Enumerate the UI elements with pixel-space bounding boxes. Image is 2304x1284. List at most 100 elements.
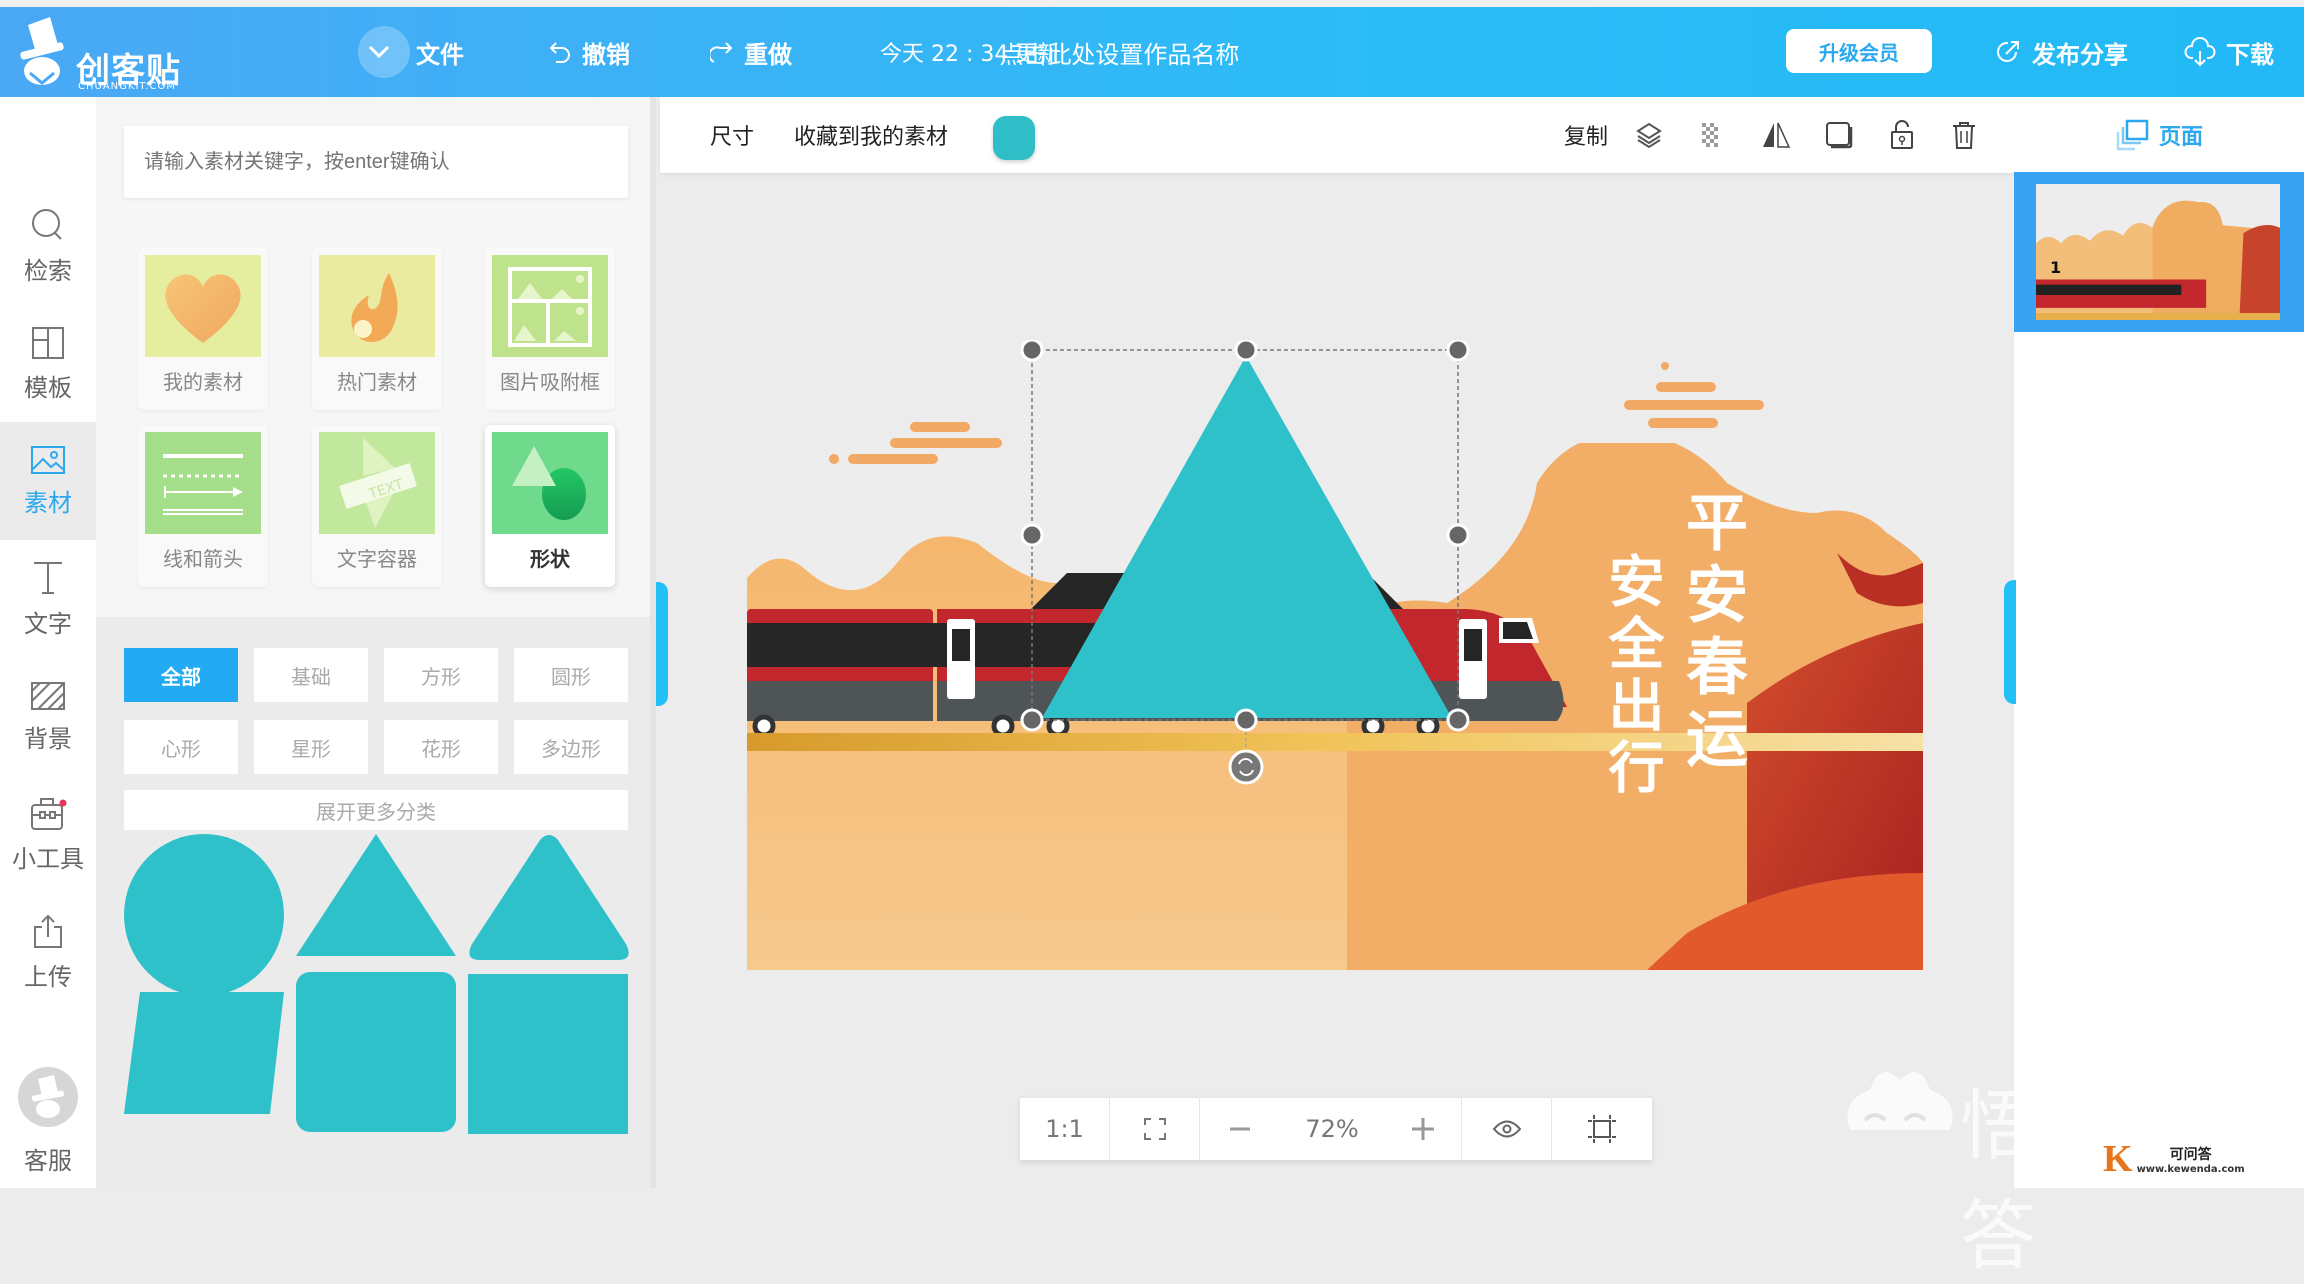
kewenda-badge: K 可问答 www.kewenda.com xyxy=(2095,1138,2295,1180)
resize-handle-bottom[interactable] xyxy=(1234,708,1258,732)
transparency-icon[interactable] xyxy=(1694,119,1726,151)
nav-item-tools[interactable]: 小工具 xyxy=(0,775,96,893)
share-icon xyxy=(1997,41,2019,62)
left-nav: 检索 模板 素材 文字 背景 小工具 上传 客服 xyxy=(0,97,96,1188)
category-image-frames[interactable]: 图片吸附框 xyxy=(485,248,615,410)
document-name[interactable]: 点击此处设置作品名称 xyxy=(999,35,1239,70)
resize-handle-top-right[interactable] xyxy=(1446,340,1470,362)
category-hot-materials[interactable]: 热门素材 xyxy=(312,248,442,410)
unlock-icon[interactable] xyxy=(1886,119,1918,151)
zoom-bar: 1:1 72% xyxy=(1020,1098,1652,1160)
filter-circle[interactable]: 圆形 xyxy=(514,648,628,702)
filter-heart[interactable]: 心形 xyxy=(124,720,238,774)
category-lines-arrows[interactable]: 线和箭头 xyxy=(138,425,268,587)
redo-button[interactable]: 重做 xyxy=(710,7,792,97)
filter-all[interactable]: 全部 xyxy=(124,648,238,702)
shapes-icon xyxy=(492,432,608,534)
selected-triangle-shape[interactable] xyxy=(1042,356,1452,718)
kewenda-k-logo: K xyxy=(2103,1138,2133,1180)
nav-item-background[interactable]: 背景 xyxy=(0,658,96,776)
publish-share-button[interactable]: 发布分享 xyxy=(1994,7,2128,97)
logo-hat-icon xyxy=(20,17,64,85)
nav-item-search[interactable]: 检索 xyxy=(0,187,96,305)
layers-icon[interactable] xyxy=(1633,119,1665,151)
pages-icon xyxy=(2116,119,2149,151)
crop-icon xyxy=(1588,1115,1616,1143)
nav-label: 小工具 xyxy=(12,844,84,873)
copy-button[interactable]: 复制 xyxy=(1564,97,1608,173)
shape-parallelogram[interactable] xyxy=(124,990,286,1130)
fullscreen-icon xyxy=(1143,1118,1166,1140)
filter-star[interactable]: 星形 xyxy=(254,720,368,774)
category-my-materials[interactable]: 我的素材 xyxy=(138,248,268,410)
fit-screen-button[interactable] xyxy=(1110,1098,1200,1160)
filter-basic[interactable]: 基础 xyxy=(254,648,368,702)
category-label: 文字容器 xyxy=(337,547,417,571)
customer-service-button[interactable]: 客服 xyxy=(0,1067,96,1176)
zoom-level: 72% xyxy=(1305,1115,1359,1143)
shape-circle[interactable] xyxy=(124,834,284,996)
crop-canvas-button[interactable] xyxy=(1552,1098,1652,1160)
nav-item-templates[interactable]: 模板 xyxy=(0,305,96,423)
text-banner-icon: TEXT xyxy=(319,432,435,534)
zoom-in-button[interactable] xyxy=(1384,1098,1462,1160)
cloud-decoration-left xyxy=(829,422,1002,464)
material-search-input[interactable] xyxy=(124,126,628,198)
actual-size-button[interactable]: 1:1 xyxy=(1020,1098,1110,1160)
resize-handle-right[interactable] xyxy=(1446,523,1470,547)
download-label: 下载 xyxy=(2226,40,2274,69)
template-icon xyxy=(32,326,64,359)
shadow-icon[interactable] xyxy=(1823,119,1855,151)
size-button[interactable]: 尺寸 xyxy=(710,97,754,173)
customer-service-avatar-icon xyxy=(18,1067,78,1127)
shape-rounded-square[interactable] xyxy=(296,970,458,1160)
delete-icon[interactable] xyxy=(1948,119,1980,151)
top-header: 创客贴 CHUANGKIT.COM 文件 撤销 重做 今天 22 : 34 更新… xyxy=(0,7,2304,97)
text-icon xyxy=(34,561,62,594)
poster-text-right[interactable]: 平安春运 xyxy=(1675,490,1748,778)
resize-handle-top[interactable] xyxy=(1234,340,1258,362)
undo-label: 撤销 xyxy=(582,40,630,69)
logo[interactable]: 创客贴 CHUANGKIT.COM xyxy=(14,17,194,92)
nav-item-materials[interactable]: 素材 xyxy=(0,422,96,540)
document-title[interactable]: 今天 22 : 34 更新 点击此处设置作品名称 xyxy=(880,7,1239,97)
pages-tab[interactable]: 页面 xyxy=(2014,97,2304,173)
page-thumbnail-1[interactable]: 1 xyxy=(2014,172,2304,332)
flip-icon[interactable] xyxy=(1760,119,1792,151)
photo-frame-icon xyxy=(492,255,608,357)
resize-handle-left[interactable] xyxy=(1020,523,1044,547)
rotate-handle[interactable] xyxy=(1228,749,1264,785)
category-shapes[interactable]: 形状 xyxy=(485,425,615,587)
collapse-left-panel-handle[interactable] xyxy=(656,582,668,706)
nav-item-text[interactable]: 文字 xyxy=(0,540,96,658)
preview-button[interactable] xyxy=(1462,1098,1552,1160)
kewenda-url: www.kewenda.com xyxy=(2136,1163,2245,1175)
filter-flower[interactable]: 花形 xyxy=(384,720,498,774)
window-top-strip xyxy=(0,0,2304,7)
poster-text-left[interactable]: 安全出行 xyxy=(1594,552,1665,800)
download-button[interactable]: 下载 xyxy=(2184,7,2274,97)
expand-more-categories-button[interactable]: 展开更多分类 xyxy=(124,790,628,830)
category-text-containers[interactable]: TEXT 文字容器 xyxy=(312,425,442,587)
filter-square[interactable]: 方形 xyxy=(384,648,498,702)
undo-button[interactable]: 撤销 xyxy=(548,7,630,97)
resize-handle-bottom-right[interactable] xyxy=(1446,708,1470,732)
resize-handle-bottom-left[interactable] xyxy=(1020,708,1044,732)
upgrade-member-button[interactable]: 升级会员 xyxy=(1786,29,1932,73)
cloud-download-icon xyxy=(2184,37,2216,67)
redo-label: 重做 xyxy=(744,40,792,69)
pages-label: 页面 xyxy=(2158,125,2203,150)
resize-handle-top-left[interactable] xyxy=(1020,340,1044,362)
page-number: 1 xyxy=(2050,258,2062,277)
save-to-my-materials-button[interactable]: 收藏到我的素材 xyxy=(794,97,948,173)
fill-color-swatch[interactable] xyxy=(993,116,1035,160)
collapse-right-panel-handle[interactable] xyxy=(2004,580,2016,704)
plus-icon xyxy=(1411,1118,1434,1140)
toolbox-icon xyxy=(31,797,67,830)
shape-square[interactable] xyxy=(468,974,630,1184)
filter-polygon[interactable]: 多边形 xyxy=(514,720,628,774)
file-menu-button[interactable]: 文件 xyxy=(358,7,464,97)
zoom-out-button[interactable] xyxy=(1200,1098,1280,1160)
search-icon xyxy=(32,208,62,240)
nav-item-upload[interactable]: 上传 xyxy=(0,893,96,1011)
